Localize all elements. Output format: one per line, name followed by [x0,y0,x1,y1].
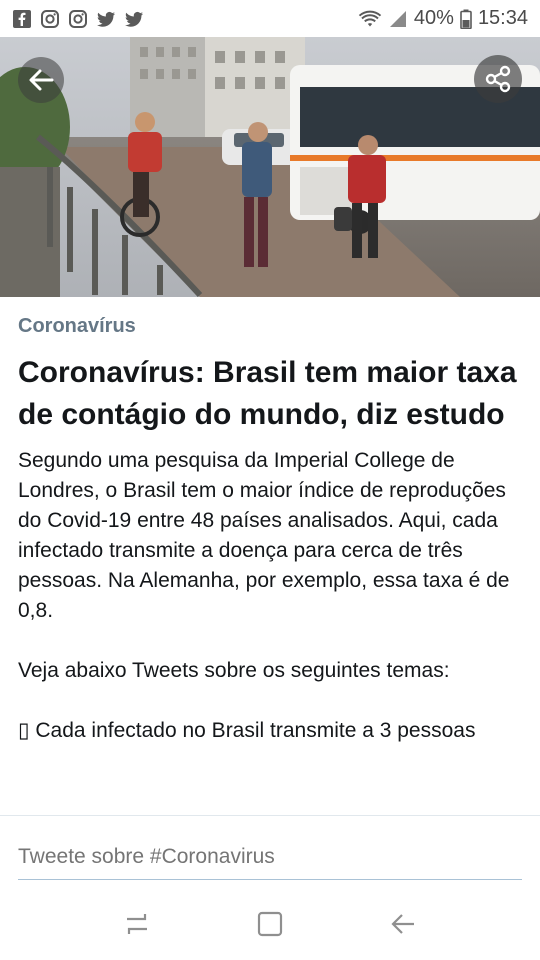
street-scene-photo [0,37,540,297]
home-icon [257,911,283,937]
article-paragraph: ▯ Cada infectado no Brasil transmite a 3… [18,719,476,742]
clock: 15:34 [477,7,528,29]
instagram-icon [41,9,59,28]
article-body: Segundo uma pesquisa da Imperial College… [18,446,523,746]
tweet-compose-input[interactable] [18,840,522,880]
status-notification-icons [12,9,144,29]
status-bar: 40% 15:34 [0,0,540,37]
battery-icon [460,9,472,29]
share-icon [485,65,511,93]
twitter-icon [125,11,143,27]
instagram-icon [69,9,87,28]
nav-back-icon [391,914,415,934]
battery-percent: 40% [413,7,454,29]
signal-icon [389,10,406,27]
article-category[interactable]: Coronavírus [18,315,523,338]
system-navigation-bar [0,888,540,960]
tweet-compose-bar [0,815,540,887]
share-button[interactable] [474,55,522,103]
back-arrow-icon [29,69,54,91]
status-system-icons: 40% 15:34 [358,7,528,30]
recent-apps-button[interactable] [117,904,157,944]
article-hero-image [0,37,540,297]
back-button[interactable] [18,57,64,103]
article-content: Coronavírus Coronavírus: Brasil tem maio… [18,315,523,776]
wifi-icon [358,10,382,26]
recent-apps-icon [126,914,147,934]
article-paragraph: Segundo uma pesquisa da Imperial College… [18,449,510,622]
nav-back-button[interactable] [383,904,423,944]
article-headline: Coronavírus: Brasil tem maior taxa de co… [18,356,517,431]
home-button[interactable] [250,904,290,944]
twitter-icon [97,11,115,27]
article-paragraph: Veja abaixo Tweets sobre os seguintes te… [18,659,450,682]
facebook-icon [13,9,31,28]
